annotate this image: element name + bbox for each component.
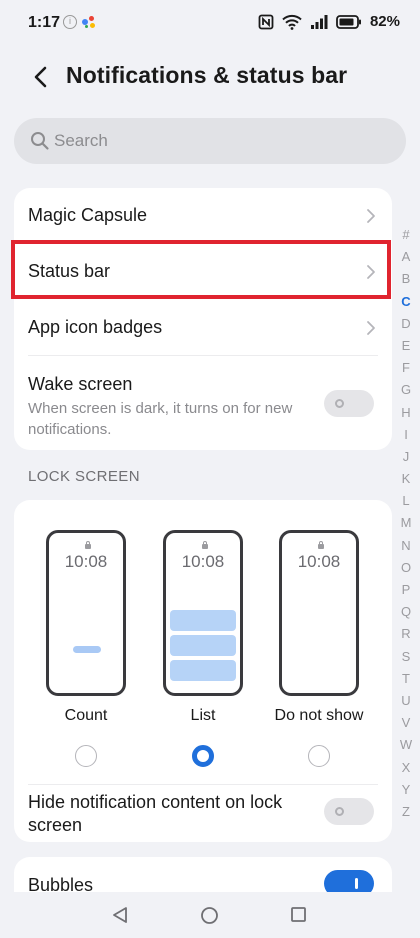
notification-block (170, 610, 236, 631)
index-letter[interactable]: V (398, 712, 414, 734)
index-letter[interactable]: # (398, 224, 414, 246)
list-radio[interactable] (192, 745, 214, 767)
index-letter[interactable]: L (398, 490, 414, 512)
hide-content-item[interactable]: Hide notification content on lock screen (14, 785, 392, 842)
chevron-right-icon (367, 321, 375, 335)
preview-time: 10:08 (181, 552, 225, 571)
index-letter[interactable]: Q (398, 601, 414, 623)
index-letter[interactable]: W (398, 734, 414, 756)
search-icon (31, 132, 49, 150)
navigation-bar (0, 892, 420, 938)
search-box[interactable] (14, 118, 406, 164)
preview-time: 10:08 (64, 552, 108, 571)
status-icons: 82% (258, 13, 400, 30)
item-label: Magic Capsule (28, 205, 148, 225)
lock-icon (202, 541, 208, 549)
list-preview[interactable]: 10:08 (163, 530, 243, 696)
index-letter[interactable]: J (398, 446, 414, 468)
system-status-bar: 1:17 i 82% (0, 0, 420, 48)
status-bar-item[interactable]: Status bar (14, 244, 392, 300)
index-letter[interactable]: R (398, 623, 414, 645)
search-input[interactable] (54, 118, 384, 164)
do-not-show-radio[interactable] (308, 745, 330, 767)
signal-icon (310, 14, 328, 29)
chevron-right-icon (367, 209, 375, 223)
preview-time: 10:08 (297, 552, 341, 571)
hide-content-toggle[interactable] (324, 798, 374, 825)
home-nav-icon[interactable] (200, 906, 219, 925)
item-label: Status bar (28, 261, 111, 281)
index-letter[interactable]: K (398, 468, 414, 490)
item-label: App icon badges (28, 317, 163, 337)
index-letter[interactable]: Z (398, 801, 414, 823)
app-header: Notifications & status bar (0, 54, 420, 100)
battery-icon (336, 14, 361, 29)
section-title-lock-screen: LOCK SCREEN (28, 468, 140, 485)
do-not-show-preview[interactable]: 10:08 (279, 530, 359, 696)
wake-screen-toggle[interactable] (324, 390, 374, 417)
index-letter[interactable]: F (398, 357, 414, 379)
notification-block (170, 660, 236, 681)
do-not-show-label: Do not show (274, 707, 364, 724)
back-arrow-icon (34, 66, 47, 88)
index-letter[interactable]: B (398, 268, 414, 290)
count-radio[interactable] (75, 745, 97, 767)
index-letter[interactable]: M (398, 512, 414, 534)
magic-capsule-item[interactable]: Magic Capsule (14, 188, 392, 244)
nfc-icon (258, 14, 274, 29)
index-letter[interactable]: D (398, 313, 414, 335)
info-icon: i (63, 15, 77, 29)
index-letter[interactable]: O (398, 557, 414, 579)
lock-icon (318, 541, 324, 549)
index-letter[interactable]: C (398, 291, 414, 313)
app-icon-badges-item[interactable]: App icon badges (14, 300, 392, 356)
list-label: List (190, 707, 216, 724)
index-letter[interactable]: N (398, 535, 414, 557)
hide-content-label: Hide notification content on lock screen (28, 792, 283, 835)
count-preview[interactable]: 10:08 (46, 530, 126, 696)
index-letter[interactable]: U (398, 690, 414, 712)
index-letter[interactable]: A (398, 246, 414, 268)
index-letter[interactable]: I (398, 424, 414, 446)
index-letter[interactable]: G (398, 379, 414, 401)
wake-screen-label: Wake screen (28, 374, 133, 394)
back-button[interactable] (28, 62, 56, 92)
assistant-icon (82, 16, 96, 30)
chevron-right-icon (367, 265, 375, 279)
lock-icon (85, 541, 91, 549)
index-letter[interactable]: X (398, 757, 414, 779)
count-label: Count (64, 707, 108, 724)
back-nav-icon[interactable] (111, 906, 129, 924)
main-settings-card: Magic Capsule Status bar App icon badges… (14, 188, 392, 450)
notification-block (170, 635, 236, 656)
index-letter[interactable]: T (398, 668, 414, 690)
lock-screen-card: 10:08 Count 10:08 List 10:08 Do not show… (14, 500, 392, 842)
index-letter[interactable]: Y (398, 779, 414, 801)
alphabet-index[interactable]: # A B C D E F G H I J K L M N O P Q R S T U V W X Y Z (398, 224, 414, 823)
notification-count-pill (73, 646, 101, 653)
index-letter[interactable]: S (398, 646, 414, 668)
index-letter[interactable]: P (398, 579, 414, 601)
recents-nav-icon[interactable] (290, 906, 307, 923)
index-letter[interactable]: H (398, 402, 414, 424)
wifi-icon (282, 14, 302, 30)
index-letter[interactable]: E (398, 335, 414, 357)
wake-screen-description: When screen is dark, it turns on for new… (28, 400, 293, 438)
wake-screen-item[interactable]: Wake screen When screen is dark, it turn… (14, 356, 392, 450)
battery-percent: 82% (369, 13, 400, 30)
page-title: Notifications & status bar (66, 62, 348, 88)
clock: 1:17 (28, 14, 61, 31)
